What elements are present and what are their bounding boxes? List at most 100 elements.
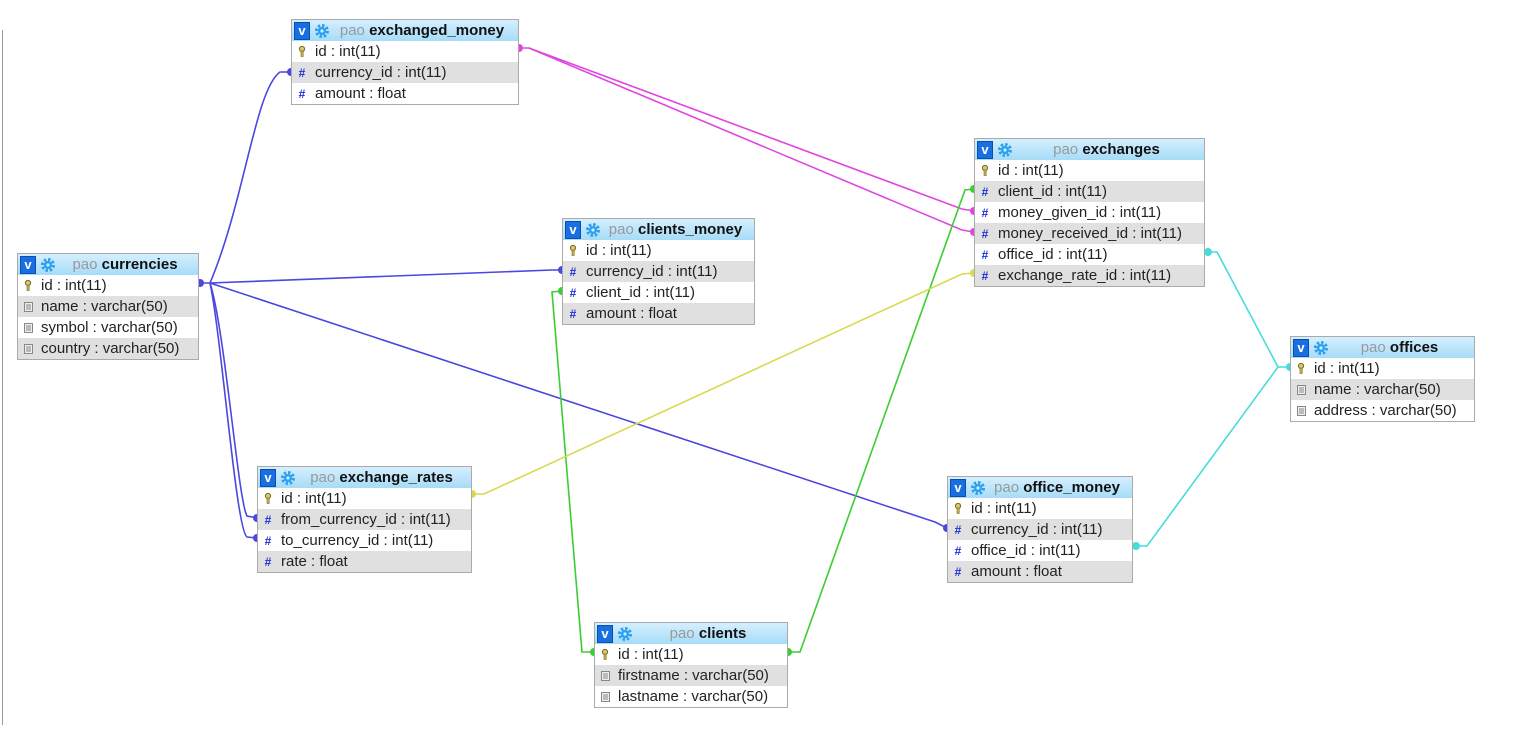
relation-line[interactable] bbox=[528, 47, 975, 233]
toggle-columns-button[interactable]: v bbox=[20, 255, 36, 274]
column-row[interactable]: # currency_id : int(11) bbox=[948, 519, 1132, 540]
column-row[interactable]: id : int(11) bbox=[975, 160, 1204, 181]
column-label: to_currency_id : int(11) bbox=[281, 532, 434, 549]
text-icon bbox=[23, 322, 33, 333]
table-exchanges[interactable]: v pao exchanges id : int(11) # client_id : … bbox=[974, 138, 1205, 287]
table-header[interactable]: v pao offices bbox=[1291, 337, 1474, 358]
relation-line[interactable] bbox=[1205, 251, 1290, 368]
column-label: currency_id : int(11) bbox=[971, 521, 1103, 538]
table-clients-money[interactable]: v pao clients_money id : int(11) # currency… bbox=[562, 218, 755, 325]
column-row[interactable]: id : int(11) bbox=[18, 275, 198, 296]
column-row[interactable]: symbol : varchar(50) bbox=[18, 317, 198, 338]
table-exchange-rates[interactable]: v pao exchange_rates id : int(11) # from_cu… bbox=[257, 466, 472, 573]
column-label: id : int(11) bbox=[41, 277, 107, 294]
table-offices[interactable]: v pao offices id : int(11) name : varchar(… bbox=[1290, 336, 1475, 422]
gear-icon[interactable] bbox=[40, 257, 56, 273]
gear-icon[interactable] bbox=[970, 480, 986, 496]
schema-name: pao bbox=[72, 256, 98, 273]
table-office-money[interactable]: v pao office_money id : int(11) # currency_… bbox=[947, 476, 1133, 583]
column-row[interactable]: # amount : float bbox=[563, 303, 754, 324]
column-label: rate : float bbox=[281, 553, 348, 570]
column-label: lastname : varchar(50) bbox=[618, 688, 769, 705]
toggle-columns-button[interactable]: v bbox=[565, 220, 581, 239]
table-header[interactable]: v pao currencies bbox=[18, 254, 198, 275]
relation-line[interactable] bbox=[1133, 366, 1279, 547]
hash-icon: # bbox=[981, 205, 989, 220]
toggle-columns-button[interactable]: v bbox=[1293, 338, 1309, 357]
column-label: office_id : int(11) bbox=[971, 542, 1081, 559]
column-row[interactable]: # money_given_id : int(11) bbox=[975, 202, 1204, 223]
relation-line[interactable] bbox=[209, 282, 258, 519]
column-row[interactable]: # rate : float bbox=[258, 551, 471, 572]
toggle-columns-button[interactable]: v bbox=[294, 21, 310, 40]
relation-line[interactable] bbox=[200, 71, 291, 284]
relation-line[interactable] bbox=[209, 269, 562, 284]
column-row[interactable]: id : int(11) bbox=[563, 240, 754, 261]
column-label: amount : float bbox=[586, 305, 677, 322]
gear-icon[interactable] bbox=[280, 470, 296, 486]
column-row[interactable]: # money_received_id : int(11) bbox=[975, 223, 1204, 244]
table-name: clients_money bbox=[637, 221, 743, 238]
toggle-columns-button[interactable]: v bbox=[950, 478, 966, 497]
column-label: office_id : int(11) bbox=[998, 246, 1108, 263]
column-row[interactable]: # client_id : int(11) bbox=[975, 181, 1204, 202]
column-row[interactable]: country : varchar(50) bbox=[18, 338, 198, 359]
column-row[interactable]: name : varchar(50) bbox=[1291, 379, 1474, 400]
column-row[interactable]: # from_currency_id : int(11) bbox=[258, 509, 471, 530]
table-header[interactable]: v pao clients bbox=[595, 623, 787, 644]
table-clients[interactable]: v pao clients id : int(11) firstname : var… bbox=[594, 622, 788, 708]
column-row[interactable]: # to_currency_id : int(11) bbox=[258, 530, 471, 551]
table-header[interactable]: v pao exchanged_money bbox=[292, 20, 518, 41]
table-exchanged-money[interactable]: v pao exchanged_money id : int(11) # curren… bbox=[291, 19, 519, 105]
schema-name: pao bbox=[1360, 339, 1386, 356]
column-row[interactable]: # currency_id : int(11) bbox=[292, 62, 518, 83]
hash-icon: # bbox=[981, 226, 989, 241]
table-name: exchanged_money bbox=[369, 22, 505, 39]
column-row[interactable]: # exchange_rate_id : int(11) bbox=[975, 265, 1204, 286]
relation-line[interactable] bbox=[551, 290, 594, 653]
table-header[interactable]: v pao exchanges bbox=[975, 139, 1204, 160]
column-row[interactable]: id : int(11) bbox=[948, 498, 1132, 519]
column-row[interactable]: # client_id : int(11) bbox=[563, 282, 754, 303]
hash-icon: # bbox=[954, 543, 962, 558]
column-row[interactable]: lastname : varchar(50) bbox=[595, 686, 787, 707]
column-row[interactable]: id : int(11) bbox=[258, 488, 471, 509]
toggle-columns-button[interactable]: v bbox=[260, 468, 276, 487]
table-currencies[interactable]: v pao currencies id : int(11) name : varch… bbox=[17, 253, 199, 360]
hash-icon: # bbox=[954, 564, 962, 579]
gear-icon[interactable] bbox=[585, 222, 601, 238]
table-header[interactable]: v pao clients_money bbox=[563, 219, 754, 240]
hash-icon: # bbox=[954, 522, 962, 537]
hash-icon: # bbox=[298, 86, 306, 101]
gear-icon[interactable] bbox=[617, 626, 633, 642]
column-row[interactable]: address : varchar(50) bbox=[1291, 400, 1474, 421]
gear-icon[interactable] bbox=[1313, 340, 1329, 356]
column-label: name : varchar(50) bbox=[41, 298, 168, 315]
gear-icon[interactable] bbox=[314, 23, 330, 39]
table-header[interactable]: v pao exchange_rates bbox=[258, 467, 471, 488]
column-label: symbol : varchar(50) bbox=[41, 319, 178, 336]
relation-line[interactable] bbox=[209, 282, 258, 539]
text-icon bbox=[23, 343, 33, 354]
column-row[interactable]: # office_id : int(11) bbox=[975, 244, 1204, 265]
toggle-columns-button[interactable]: v bbox=[977, 140, 993, 159]
key-icon bbox=[568, 245, 578, 256]
relation-endpoint bbox=[1132, 542, 1140, 550]
column-row[interactable]: # amount : float bbox=[948, 561, 1132, 582]
hash-icon: # bbox=[569, 264, 577, 279]
column-label: currency_id : int(11) bbox=[315, 64, 447, 81]
toggle-columns-button[interactable]: v bbox=[597, 624, 613, 643]
column-label: money_given_id : int(11) bbox=[998, 204, 1162, 221]
column-row[interactable]: # amount : float bbox=[292, 83, 518, 104]
column-row[interactable]: firstname : varchar(50) bbox=[595, 665, 787, 686]
table-header[interactable]: v pao office_money bbox=[948, 477, 1132, 498]
column-row[interactable]: name : varchar(50) bbox=[18, 296, 198, 317]
column-row[interactable]: # office_id : int(11) bbox=[948, 540, 1132, 561]
table-name: currencies bbox=[101, 256, 178, 273]
column-row[interactable]: # currency_id : int(11) bbox=[563, 261, 754, 282]
key-icon bbox=[1296, 363, 1306, 374]
column-row[interactable]: id : int(11) bbox=[1291, 358, 1474, 379]
column-row[interactable]: id : int(11) bbox=[292, 41, 518, 62]
gear-icon[interactable] bbox=[997, 142, 1013, 158]
column-row[interactable]: id : int(11) bbox=[595, 644, 787, 665]
